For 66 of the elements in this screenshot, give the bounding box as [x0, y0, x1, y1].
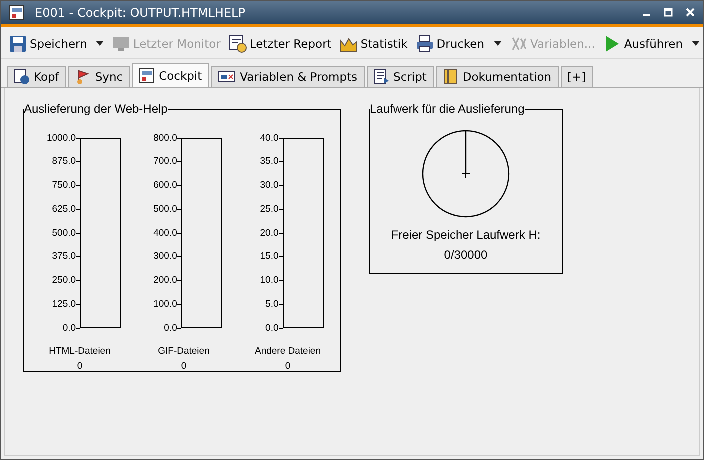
tick-label: 5.0 [266, 298, 279, 310]
tick-label: 1000.0 [46, 132, 76, 144]
maximize-icon[interactable] [664, 8, 673, 17]
tick-label: 600.0 [154, 180, 178, 191]
caret-icon [96, 41, 104, 46]
script-icon [374, 69, 390, 85]
tab[interactable]: Dokumentation [436, 66, 559, 87]
tick-label: 20.0 [260, 228, 279, 238]
gauge-value: 0 [181, 361, 187, 372]
group-title: Laufwerk für die Auslieferung [370, 102, 525, 116]
play-icon [603, 34, 622, 52]
report-clock-icon [228, 34, 247, 52]
toolbar-button[interactable]: Ausführen [599, 32, 703, 54]
tick-label: 30.0 [260, 180, 279, 191]
tick-label: 0.0 [62, 322, 76, 334]
gauge-value: 0 [285, 361, 291, 372]
tick-label: 500.0 [52, 228, 76, 238]
tick-label: 125.0 [52, 298, 76, 310]
drive-caption: Freier Speicher Laufwerk H: [391, 228, 541, 242]
tick-label: 625.0 [52, 204, 76, 215]
caret-icon [494, 41, 502, 46]
caret-icon [692, 41, 700, 46]
printer-icon [416, 34, 434, 52]
tick-label: 500.0 [154, 204, 178, 215]
drive-value: 0/30000 [444, 248, 488, 262]
tick-label: 250.0 [52, 275, 76, 286]
tick-label: 375.0 [52, 251, 76, 262]
tick-label: 15.0 [260, 251, 279, 262]
tick-label: 800.0 [154, 132, 178, 144]
tick-label: 0.0 [164, 322, 178, 334]
flag-icon [75, 69, 92, 85]
tab[interactable]: Variablen & Prompts [211, 66, 365, 87]
tab[interactable]: Cockpit [132, 63, 210, 87]
tick-label: 300.0 [154, 251, 178, 262]
tab[interactable]: Sync [68, 66, 130, 87]
tick-label: 100.0 [154, 298, 178, 310]
toolbar-button[interactable]: Speichern [5, 32, 108, 54]
tab[interactable]: [+] [560, 66, 594, 87]
tab[interactable]: Script [366, 66, 434, 87]
gauge-label: Andere Dateien [254, 346, 322, 357]
book-icon [442, 69, 459, 85]
toolbar-button[interactable]: Statistik [336, 32, 412, 54]
tick-label: 0.0 [266, 322, 279, 334]
tick-label: 40.0 [260, 132, 279, 144]
tick-label: 10.0 [260, 275, 279, 286]
toolbar-button[interactable]: Letzter Report [224, 32, 336, 54]
tick-label: 750.0 [52, 180, 76, 191]
group-title: Auslieferung der Web-Help [24, 102, 168, 116]
info-icon [14, 69, 30, 85]
window-icon [9, 4, 25, 20]
tick-label: 200.0 [154, 275, 178, 286]
gauge-label: HTML-Dateien [49, 346, 111, 357]
toolbar-button[interactable]: Drucken [412, 32, 506, 54]
gauge-value: 0 [77, 361, 83, 372]
window-title: E001 - Cockpit: OUTPUT.HTMLHELP [35, 6, 246, 20]
close-icon[interactable] [686, 8, 695, 17]
monitor-icon [112, 34, 130, 52]
tick-label: 700.0 [154, 156, 178, 168]
tick-label: 35.0 [260, 156, 279, 168]
tick-label: 875.0 [52, 156, 76, 168]
gauge-label: GIF-Dateien [158, 346, 210, 357]
tick-label: 25.0 [260, 204, 279, 215]
tab[interactable]: Kopf [7, 66, 66, 87]
variables-icon [218, 69, 236, 85]
window-icon [139, 68, 156, 84]
tick-label: 400.0 [154, 228, 178, 238]
